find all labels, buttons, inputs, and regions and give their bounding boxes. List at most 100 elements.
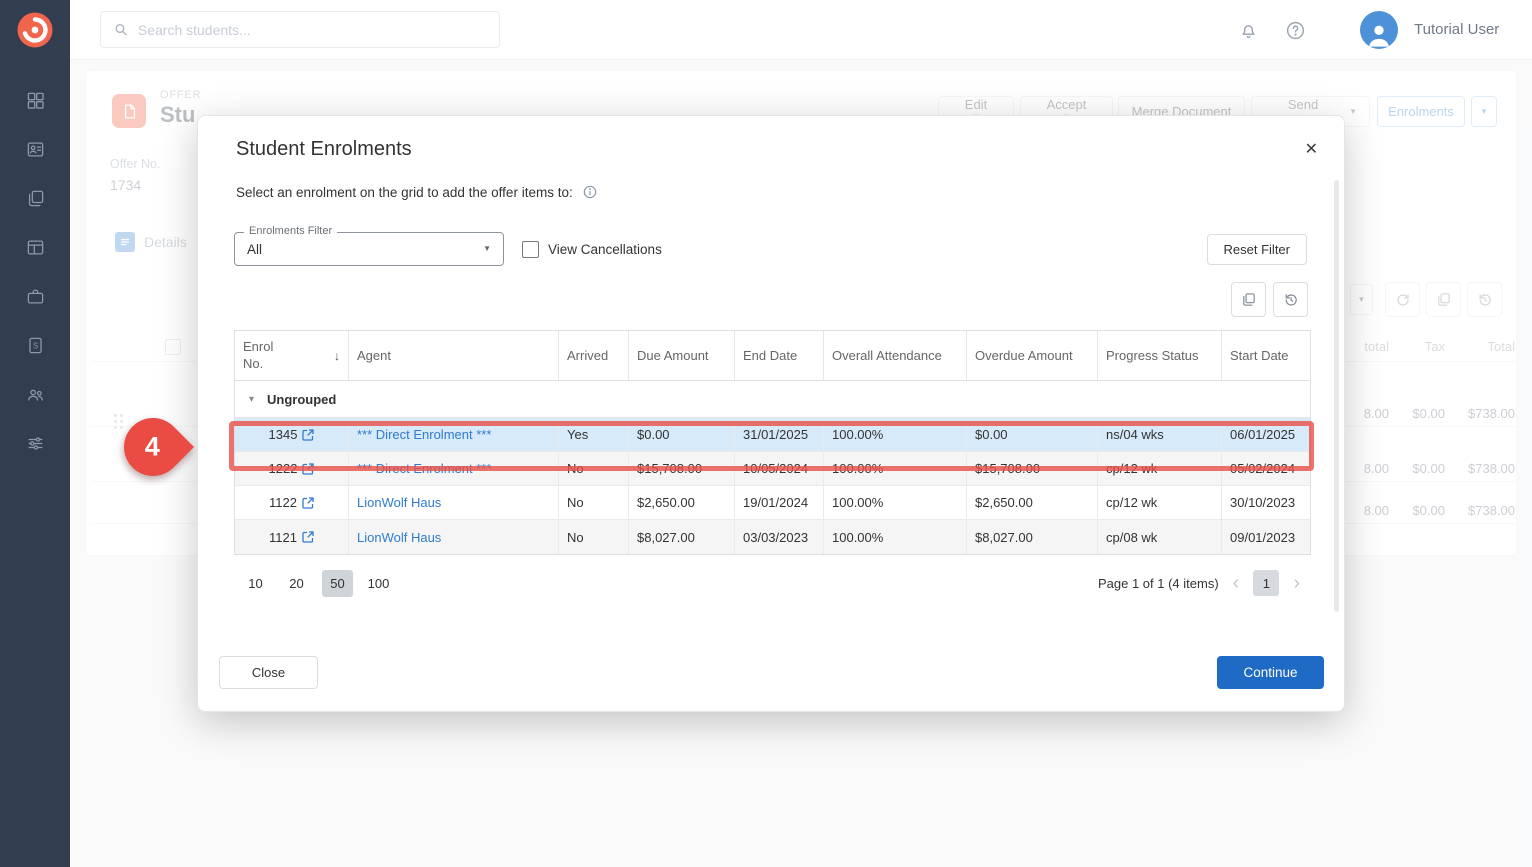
end-date-cell: 03/03/2023 <box>735 520 824 554</box>
column-header-agent[interactable]: Agent <box>349 331 559 380</box>
sidebar-item-services[interactable] <box>14 287 56 306</box>
column-header-start-date[interactable]: Start Date <box>1222 331 1310 380</box>
enrolments-filter-value: All <box>247 242 483 257</box>
column-header-arrived[interactable]: Arrived <box>559 331 629 380</box>
page-1-button[interactable]: 1 <box>1253 570 1279 596</box>
reset-filter-button[interactable]: Reset Filter <box>1207 234 1307 265</box>
invoice-icon: S <box>26 336 45 355</box>
attendance-cell: 100.00% <box>824 486 967 519</box>
column-label: Progress Status <box>1106 348 1199 363</box>
view-cancellations-checkbox[interactable]: View Cancellations <box>522 241 662 258</box>
sidebar-item-contacts[interactable] <box>14 385 56 404</box>
bell-icon <box>1238 20 1259 41</box>
due-amount-cell: $2,650.00 <box>629 486 735 519</box>
due-amount-cell: $8,027.00 <box>629 520 735 554</box>
user-name: Tutorial User <box>1414 0 1499 60</box>
overdue-amount-cell: $8,027.00 <box>967 520 1098 554</box>
enrol-no: 1122 <box>269 495 297 510</box>
enrolments-filter-select[interactable]: Enrolments Filter All ▼ <box>234 232 504 266</box>
user-icon <box>1364 21 1394 49</box>
column-label: Enrol No. <box>243 339 289 372</box>
search-input[interactable] <box>138 22 487 38</box>
column-header-end-date[interactable]: End Date <box>735 331 824 380</box>
page-info: Page 1 of 1 (4 items) <box>1098 576 1219 591</box>
sidebar-items: S <box>0 91 70 453</box>
column-label: Start Date <box>1230 348 1289 363</box>
help-icon <box>1285 20 1306 41</box>
enrol-no: 1345 <box>269 427 298 442</box>
sidebar-item-students[interactable] <box>14 140 56 159</box>
end-date-cell: 19/01/2024 <box>735 486 824 519</box>
agent-link[interactable]: LionWolf Haus <box>357 530 441 545</box>
column-header-due-amount[interactable]: Due Amount <box>629 331 735 380</box>
view-cancellations-label: View Cancellations <box>548 242 662 257</box>
enrol-no: 1121 <box>269 530 297 545</box>
close-icon[interactable]: ✕ <box>1301 138 1322 162</box>
enrol-no: 1222 <box>269 461 298 476</box>
next-page-button[interactable]: › <box>1293 573 1300 593</box>
agent-link[interactable]: *** Direct Enrolment *** <box>357 461 491 476</box>
student-enrolments-dialog: Student Enrolments ✕ Select an enrolment… <box>197 115 1345 712</box>
column-label: End Date <box>743 348 797 363</box>
search-icon <box>113 21 129 38</box>
sidebar-item-dashboard[interactable] <box>14 91 56 110</box>
end-date-cell: 10/05/2024 <box>735 452 824 485</box>
sidebar-item-finance[interactable]: S <box>14 336 56 355</box>
notifications-bell-button[interactable] <box>1235 17 1261 43</box>
modal-scrollbar[interactable] <box>1334 180 1339 612</box>
column-header-overall-attendance[interactable]: Overall Attendance <box>824 331 967 380</box>
prev-page-button[interactable]: ‹ <box>1233 573 1240 593</box>
external-link-icon[interactable] <box>302 497 314 509</box>
student-search <box>100 11 500 48</box>
agent-link[interactable]: *** Direct Enrolment *** <box>357 427 491 442</box>
checkbox-box <box>522 241 539 258</box>
progress-status-cell: ns/04 wks <box>1098 418 1222 451</box>
close-button[interactable]: Close <box>219 656 318 689</box>
column-header-enrol-no[interactable]: Enrol No. ↓ <box>235 331 349 380</box>
sliders-icon <box>26 434 45 453</box>
enrolment-row-1345[interactable]: 1345 *** Direct Enrolment *** Yes $0.00 … <box>235 418 1310 452</box>
annotation-step-number: 4 <box>145 432 160 463</box>
due-amount-cell: $0.00 <box>629 418 735 451</box>
progress-status-cell: cp/08 wk <box>1098 520 1222 554</box>
app-logo-icon[interactable] <box>0 0 70 60</box>
group-row-ungrouped[interactable]: ▾ Ungrouped <box>235 381 1310 418</box>
column-label: Overdue Amount <box>975 348 1073 363</box>
column-label: Arrived <box>567 348 608 363</box>
page-size-50[interactable]: 50 <box>322 570 353 597</box>
external-link-icon[interactable] <box>302 429 314 441</box>
page-size-10[interactable]: 10 <box>240 570 271 597</box>
user-avatar[interactable] <box>1360 11 1398 49</box>
sidebar-item-settings[interactable] <box>14 434 56 453</box>
agent-link[interactable]: LionWolf Haus <box>357 495 441 510</box>
enrolment-row-1222[interactable]: 1222 *** Direct Enrolment *** No $15,708… <box>235 452 1310 486</box>
attendance-cell: 100.00% <box>824 452 967 485</box>
column-chooser-button[interactable] <box>1231 282 1266 317</box>
revert-button[interactable] <box>1273 282 1308 317</box>
topbar: Tutorial User <box>70 0 1532 60</box>
arrived-cell: No <box>559 520 629 554</box>
start-date-cell: 30/10/2023 <box>1222 486 1310 519</box>
info-icon <box>582 184 598 200</box>
help-button[interactable] <box>1282 17 1308 43</box>
column-header-overdue-amount[interactable]: Overdue Amount <box>967 331 1098 380</box>
arrived-cell: No <box>559 486 629 519</box>
enrolment-row-1121[interactable]: 1121 LionWolf Haus No $8,027.00 03/03/20… <box>235 520 1310 554</box>
sort-descending-icon: ↓ <box>334 349 340 363</box>
documents-icon <box>26 189 45 208</box>
continue-button[interactable]: Continue <box>1217 656 1324 689</box>
enrolment-row-1122[interactable]: 1122 LionWolf Haus No $2,650.00 19/01/20… <box>235 486 1310 520</box>
column-label: Agent <box>357 348 391 363</box>
column-header-progress-status[interactable]: Progress Status <box>1098 331 1222 380</box>
attendance-cell: 100.00% <box>824 520 967 554</box>
external-link-icon[interactable] <box>302 531 314 543</box>
copy-icon <box>1241 292 1256 307</box>
logo-swirl-icon <box>16 11 54 49</box>
group-collapse-icon[interactable]: ▾ <box>249 394 254 405</box>
sidebar-item-timetable[interactable] <box>14 238 56 257</box>
enrolments-filter-label: Enrolments Filter <box>244 225 337 237</box>
page-size-100[interactable]: 100 <box>363 570 394 597</box>
external-link-icon[interactable] <box>302 463 314 475</box>
page-size-20[interactable]: 20 <box>281 570 312 597</box>
sidebar-item-offers[interactable] <box>14 189 56 208</box>
